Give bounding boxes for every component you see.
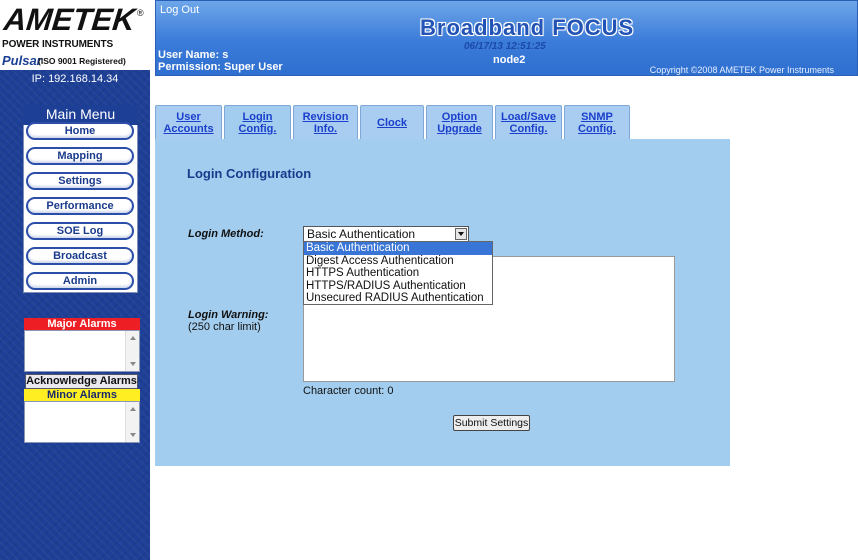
minor-alarms-title: Minor Alarms <box>24 389 140 401</box>
copyright: Copyright ©2008 AMETEK Power Instruments <box>649 65 834 75</box>
tab-option-upgrade[interactable]: Option Upgrade <box>426 105 493 139</box>
login-method-option[interactable]: Unsecured RADIUS Authentication <box>304 292 492 305</box>
minor-alarms-list[interactable] <box>24 401 140 443</box>
login-method-option[interactable]: Basic Authentication <box>304 242 492 255</box>
login-warning-limit: (250 char limit) <box>188 321 261 333</box>
menu-home-button[interactable]: Home <box>26 122 134 140</box>
ametek-logo: AMETEK ® POWER INSTRUMENTS Pulsar (ISO 9… <box>0 0 150 70</box>
scroll-up-icon[interactable] <box>130 407 136 411</box>
datetime: 06/17/13 12:51:25 <box>464 41 546 52</box>
tab-label: User Accounts <box>163 110 214 135</box>
login-method-dropdown[interactable]: Basic Authentication Digest Access Authe… <box>303 241 493 305</box>
scroll-down-icon[interactable] <box>130 362 136 366</box>
logo-registered-mark: ® <box>137 8 144 18</box>
logo-product: Pulsar <box>2 53 42 68</box>
menu-soe-log-button[interactable]: SOE Log <box>26 222 134 240</box>
logo-brand: AMETEK <box>2 2 137 37</box>
menu-broadcast-button[interactable]: Broadcast <box>26 247 134 265</box>
logout-link[interactable]: Log Out <box>160 4 199 16</box>
tab-user-accounts[interactable]: User Accounts <box>155 105 222 139</box>
major-alarms-title: Major Alarms <box>24 318 140 330</box>
login-method-value: Basic Authentication <box>307 227 416 241</box>
minor-alarms-scrollbar[interactable] <box>125 402 139 442</box>
tab-label: Option Upgrade <box>437 110 482 135</box>
left-panel: AMETEK ® POWER INSTRUMENTS Pulsar (ISO 9… <box>0 0 150 560</box>
login-method-option[interactable]: Digest Access Authentication <box>304 255 492 268</box>
user-name: User Name: s <box>158 49 229 61</box>
tab-revision-info[interactable]: Revision Info. <box>293 105 358 139</box>
tab-label: Load/Save Config. <box>500 110 557 135</box>
tab-label: Clock <box>377 116 407 129</box>
permission: Permission: Super User <box>158 61 283 73</box>
scroll-up-icon[interactable] <box>130 336 136 340</box>
page-title: Login Configuration <box>187 166 312 181</box>
character-count: Character count: 0 <box>303 385 394 397</box>
app-title: Broadband FOCUS <box>420 15 635 40</box>
tab-snmp-config[interactable]: SNMP Config. <box>564 105 630 139</box>
ip-address: IP: 192.168.14.34 <box>31 73 119 85</box>
login-method-select[interactable]: Basic Authentication <box>303 226 469 242</box>
login-warning-label: Login Warning: <box>188 309 269 321</box>
menu-mapping-button[interactable]: Mapping <box>26 147 134 165</box>
menu-settings-button[interactable]: Settings <box>26 172 134 190</box>
login-method-label: Login Method: <box>188 228 264 240</box>
login-method-option[interactable]: HTTPS Authentication <box>304 267 492 280</box>
chevron-down-icon[interactable] <box>455 228 467 240</box>
acknowledge-alarms-button[interactable]: Acknowledge Alarms <box>25 374 138 389</box>
login-method-option[interactable]: HTTPS/RADIUS Authentication <box>304 280 492 293</box>
tab-label: SNMP Config. <box>578 110 616 135</box>
tab-label: Login Config. <box>238 110 277 135</box>
major-alarms-scrollbar[interactable] <box>125 331 139 371</box>
tab-label: Revision Info. <box>302 110 349 135</box>
tab-login-config[interactable]: Login Config. <box>224 105 291 139</box>
submit-settings-button[interactable]: Submit Settings <box>453 415 530 431</box>
logo-division: POWER INSTRUMENTS <box>2 39 114 50</box>
menu-performance-button[interactable]: Performance <box>26 197 134 215</box>
tab-load-save-config[interactable]: Load/Save Config. <box>495 105 562 139</box>
menu-admin-button[interactable]: Admin <box>26 272 134 290</box>
node-name: node2 <box>493 54 526 66</box>
tab-clock[interactable]: Clock <box>360 105 424 139</box>
major-alarms-list[interactable] <box>24 330 140 372</box>
logo-iso: (ISO 9001 Registered) <box>38 56 126 66</box>
header-bar: Log Out User Name: s Permission: Super U… <box>155 0 858 76</box>
scroll-down-icon[interactable] <box>130 433 136 437</box>
